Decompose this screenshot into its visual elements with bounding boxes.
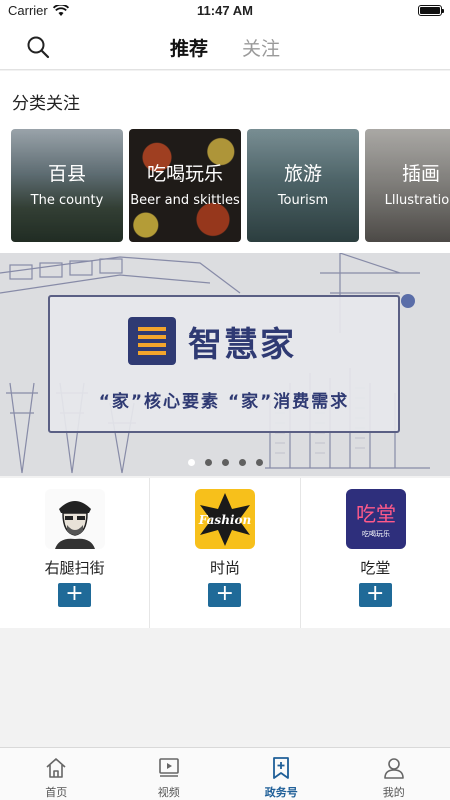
status-time: 11:47 AM [197,3,253,18]
account-name: 右腿扫街 [44,559,105,577]
user-icon [383,758,404,779]
section-title: 分类关注 [12,94,80,114]
bookmark-plus-icon [273,757,290,779]
tab-recommend[interactable]: 推荐 [170,34,208,61]
tab-label: 政务号 [264,786,298,799]
tab-label: 视频 [157,786,180,799]
recommended-accounts: 右腿扫街 + Fashion 时尚 + 吃堂 吃喝玩乐 吃堂 + [0,478,450,628]
carousel-dot[interactable] [238,459,246,466]
tab-government[interactable]: 政务号 [225,748,338,800]
tab-mine[interactable]: 我的 [338,748,450,800]
chitang-logo-text: 吃堂 [356,502,396,526]
category-subtitle: Lllustration [384,193,450,208]
zhihuijia-logo-icon [128,317,176,365]
follow-button[interactable]: + [58,583,91,607]
chitang-logo-icon[interactable]: 吃堂 吃喝玩乐 [345,489,406,549]
status-bar: Carrier 11:47 AM [0,0,450,22]
bottom-tab-bar: 首页 视频 政务号 我的 [0,747,450,800]
tab-label: 我的 [382,786,405,799]
video-icon [158,758,179,777]
carousel-dots[interactable] [0,459,450,466]
category-title: 插画 [401,163,440,185]
tab-label: 首页 [45,786,68,799]
fashion-logo-text: Fashion [198,513,251,527]
carousel-dot[interactable] [255,459,263,466]
carousel-dot[interactable] [204,459,212,466]
chitang-logo-sub: 吃喝玩乐 [362,529,390,538]
fashion-star-logo-icon[interactable]: Fashion [195,489,256,549]
category-carousel[interactable]: 百县 The county 吃喝玩乐 Beer and skittles 旅游 … [11,129,450,242]
account-card-fashion[interactable]: Fashion 时尚 + [150,478,301,628]
carousel-dot[interactable] [187,459,195,466]
battery-icon [418,5,444,16]
category-title: 百县 [47,163,86,185]
account-name: 吃堂 [360,559,391,577]
category-section: 分类关注 百县 The county 吃喝玩乐 Beer and skittle… [0,71,450,253]
banner-subtitle: “家”核心要素 “家”消费需求 [98,392,350,412]
tab-home[interactable]: 首页 [0,748,113,800]
category-subtitle: Tourism [277,193,329,208]
carousel-dot[interactable] [221,459,229,466]
tab-video[interactable]: 视频 [113,748,226,800]
category-card-illustration[interactable]: 插画 Lllustration [365,129,450,242]
category-subtitle: Beer and skittles [130,193,240,208]
account-card-youtuisaojie[interactable]: 右腿扫街 + [0,478,151,628]
home-icon [46,758,66,778]
category-card-tourism[interactable]: 旅游 Tourism [247,129,359,242]
promo-banner[interactable]: 智慧家 “家”核心要素 “家”消费需求 [0,253,450,476]
cartoon-man-avatar-icon[interactable] [45,489,105,549]
category-card-county[interactable]: 百县 The county [11,129,123,242]
follow-button[interactable]: + [208,583,242,607]
category-card-food[interactable]: 吃喝玩乐 Beer and skittles [129,129,241,242]
account-card-chitang[interactable]: 吃堂 吃喝玩乐 吃堂 + [301,478,450,628]
banner-title: 智慧家 [188,325,296,365]
tab-follow[interactable]: 关注 [242,34,280,61]
banner-card: 智慧家 “家”核心要素 “家”消费需求 [48,295,400,433]
category-title: 旅游 [283,163,322,185]
feed-tabs: 推荐 关注 [0,34,450,61]
category-subtitle: The county [30,193,104,208]
top-nav: 推荐 关注 [0,22,450,70]
category-title: 吃喝玩乐 [146,163,223,185]
follow-button[interactable]: + [358,583,392,607]
account-name: 时尚 [209,559,240,577]
